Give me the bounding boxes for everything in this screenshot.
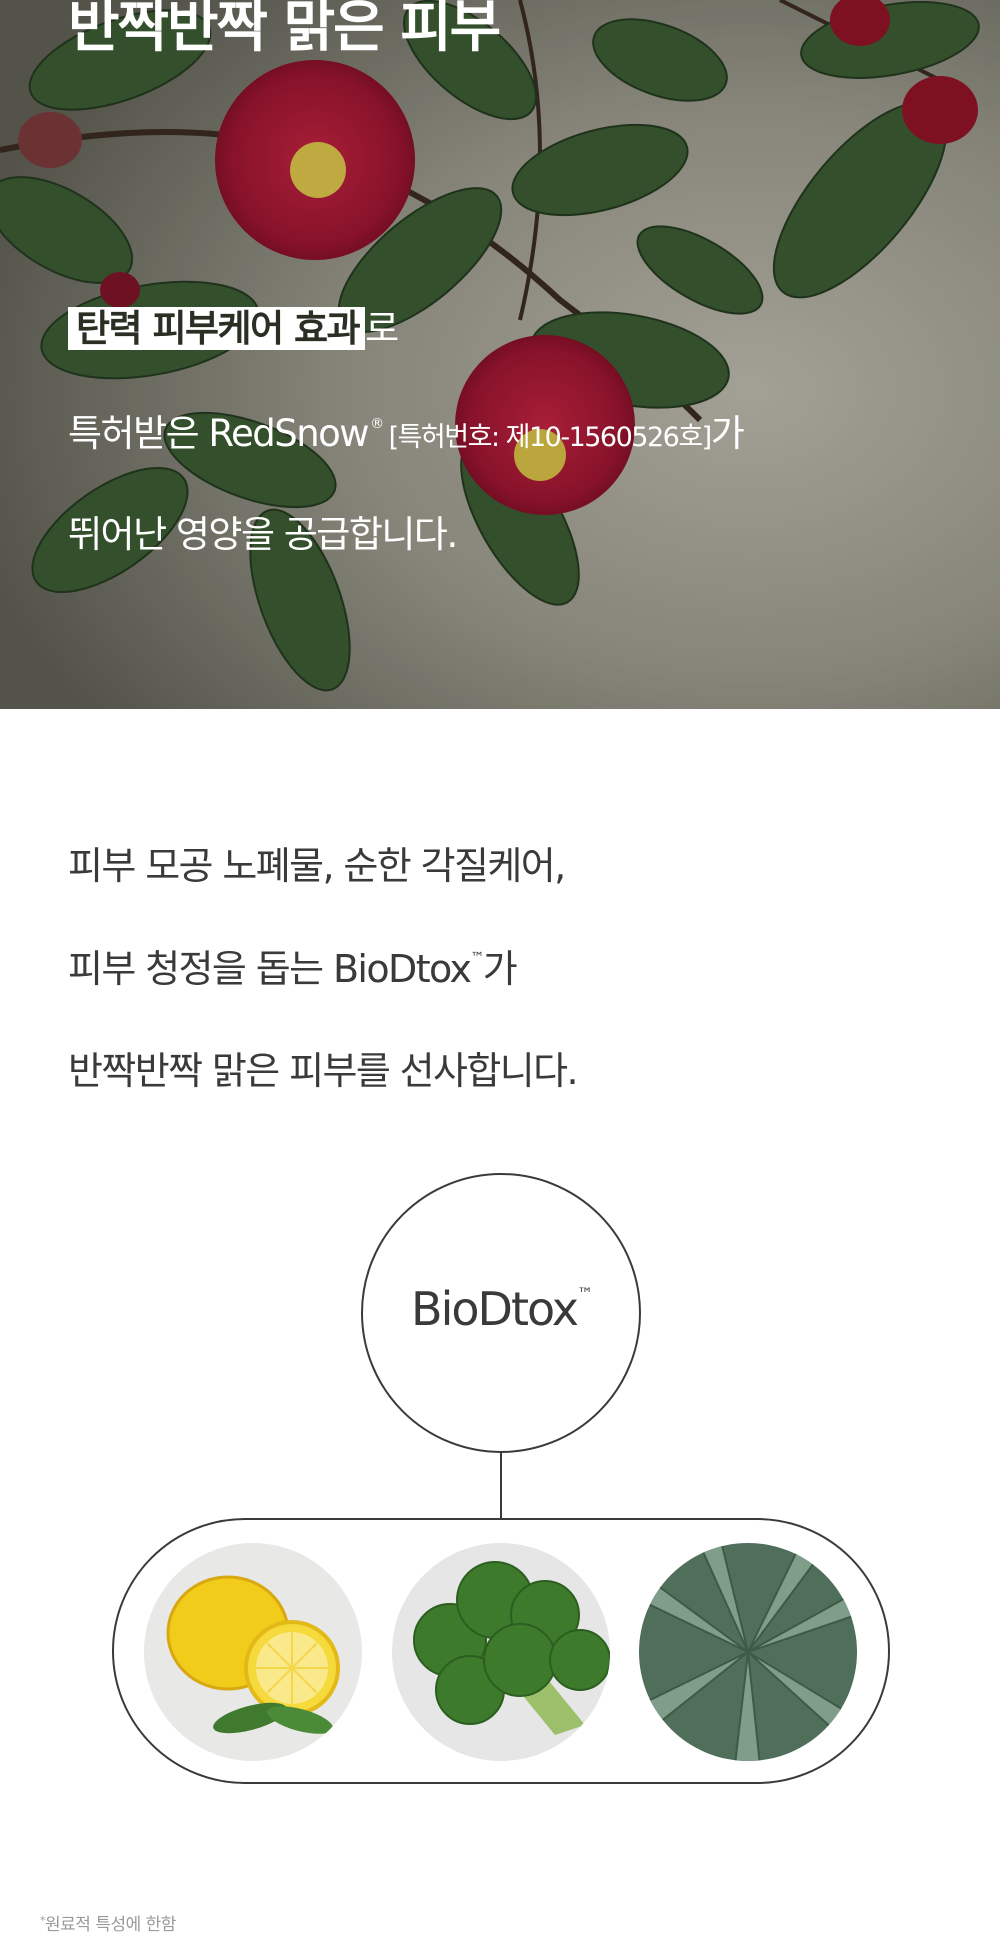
hero-line-1: 탄력 피부케어 효과 로 [68,298,399,352]
hero-banner: 반짝반짝 맑은 피부 탄력 피부케어 효과 로 특허받은 RedSnow ® [특허번… [0,0,1000,709]
body-line-2: 피부 청정을 돕는 BioDtox™가 [68,938,518,993]
hero-line-2: 특허받은 RedSnow ® [특허번호: 제10-1560526호]가 [68,403,745,457]
footnote: *원료적 특성에 한함 [40,1910,176,1935]
footnote-text: 원료적 특성에 한함 [45,1915,176,1935]
hero-line-2-text: 특허받은 RedSnow [68,412,370,455]
aloe-image [639,1543,857,1761]
lemon-image [144,1543,362,1761]
body-line-2-suffix: 가 [482,947,518,991]
biodtox-label: BioDtox™ [363,1282,639,1336]
ingredient-capsule [112,1518,890,1784]
biodtox-label-text: BioDtox [411,1282,579,1336]
registered-mark: ® [370,416,384,432]
trademark-mark: ™ [470,950,484,966]
camellia-background-image [0,0,1000,709]
highlighted-phrase: 탄력 피부케어 효과 [68,307,366,350]
body-line-2-text: 피부 청정을 돕는 BioDtox [68,947,472,991]
hero-line-2-suffix: 가 [710,412,745,455]
hero-line-3: 뛰어난 영양을 공급합니다. [68,513,458,556]
biodtox-trademark: ™ [576,1284,593,1303]
hero-title: 반짝반짝 맑은 피부 [68,0,501,60]
broccoli-image [392,1543,610,1761]
hero-line-1-suffix: 로 [365,307,399,350]
body-line-3: 반짝반짝 맑은 피부를 선사합니다. [68,1049,579,1093]
patent-number: [특허번호: 제10-1560526호] [388,422,713,453]
body-line-1: 피부 모공 노폐물, 순한 각질케어, [68,844,566,888]
